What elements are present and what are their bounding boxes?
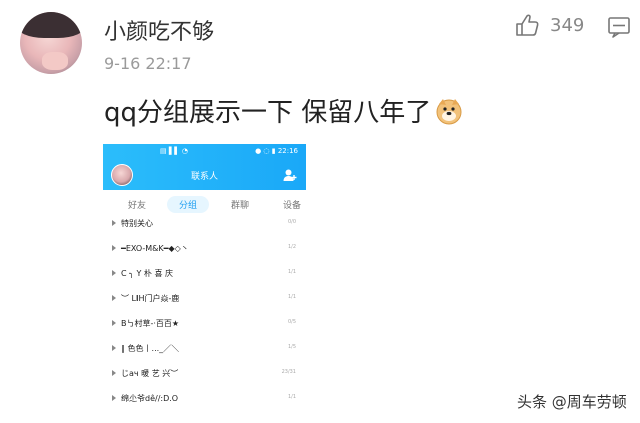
group-name: C ╮ Y 朴 喜 庆 — [121, 269, 174, 278]
tab-devices[interactable]: 设备 — [283, 198, 301, 211]
group-row[interactable]: ━EXO-M&K━◆◇丶 1/2 — [103, 243, 306, 257]
tab-friends[interactable]: 好友 — [128, 198, 146, 211]
username[interactable]: 小颜吃不够 — [104, 14, 214, 46]
status-right: ● ◌ ▮ 22:16 — [255, 147, 298, 155]
reply-icon — [608, 17, 630, 38]
group-count: 0/5 — [287, 319, 296, 325]
expand-arrow-icon — [112, 370, 116, 376]
group-row[interactable]: C ╮ Y 朴 喜 庆 1/1 — [103, 268, 306, 282]
group-count: 0/0 — [287, 219, 296, 225]
expand-arrow-icon — [112, 245, 116, 251]
expand-arrow-icon — [112, 295, 116, 301]
status-bar: ▤ ▌▌ ◔ ● ◌ ▮ 22:16 — [103, 147, 306, 157]
group-name: じaч 暖 艺 兴︶ — [121, 369, 179, 378]
user-avatar[interactable] — [20, 12, 82, 74]
tab-groups[interactable]: 分组 — [167, 196, 210, 213]
group-name: 绵尐爷dê//:D.O — [121, 394, 179, 403]
app-header: ▤ ▌▌ ◔ ● ◌ ▮ 22:16 联系人 — [103, 144, 306, 190]
group-row[interactable]: ︶ L𝐈H门户焱-鹿 1/1 — [103, 293, 306, 307]
group-row[interactable]: ∥ 色色丨..._／＼ 1/5 — [103, 343, 306, 357]
expand-arrow-icon — [112, 345, 116, 351]
status-time: 22:16 — [277, 147, 298, 155]
expand-arrow-icon — [112, 395, 116, 401]
tab-chats[interactable]: 群聊 — [231, 198, 249, 211]
thumbs-up-icon — [516, 14, 539, 36]
group-name: B㇉村草-·百百★ — [121, 319, 180, 328]
expand-arrow-icon — [112, 320, 116, 326]
group-row[interactable]: 特别关心 0/0 — [103, 218, 306, 232]
like-button[interactable]: 349 — [514, 12, 584, 38]
reply-button[interactable] — [606, 14, 632, 40]
avatar-hand — [42, 52, 68, 70]
contact-tabs: 好友 分组 群聊 设备 — [103, 196, 306, 214]
group-row[interactable]: じaч 暖 艺 兴︶ 23/31 — [103, 368, 306, 382]
like-count: 349 — [550, 14, 585, 36]
add-contact-icon[interactable] — [283, 168, 297, 182]
status-icons: ▤ ▌▌ ◔ — [160, 147, 188, 155]
doge-emoji-icon — [436, 98, 462, 124]
comment-timestamp: 9-16 22:17 — [104, 54, 192, 73]
comment-body: qq分组展示一下 保留八年了 — [104, 92, 463, 129]
group-name: ━EXO-M&K━◆◇丶 — [121, 244, 189, 253]
group-name: 特别关心 — [121, 219, 153, 228]
group-count: 1/1 — [287, 294, 296, 300]
comment-text: qq分组展示一下 保留八年了 — [104, 98, 432, 128]
expand-arrow-icon — [112, 270, 116, 276]
group-name: ︶ L𝐈H门户焱-鹿 — [121, 294, 180, 303]
group-count: 1/5 — [287, 344, 296, 350]
group-row[interactable]: B㇉村草-·百百★ 0/5 — [103, 318, 306, 332]
expand-arrow-icon — [112, 220, 116, 226]
group-count: 1/1 — [287, 269, 296, 275]
watermark: 头条 @周车劳顿 — [517, 393, 627, 411]
group-count: 1/2 — [287, 244, 296, 250]
group-row[interactable]: 绵尐爷dê//:D.O 1/1 — [103, 393, 306, 407]
page-title: 联系人 — [190, 172, 218, 182]
group-count: 23/31 — [281, 369, 296, 375]
qq-contacts-screenshot: ▤ ▌▌ ◔ ● ◌ ▮ 22:16 联系人 好友 分组 群聊 设备 特别关心 … — [103, 144, 306, 414]
avatar-hair — [20, 12, 82, 38]
group-count: 1/1 — [287, 394, 296, 400]
group-name: ∥ 色色丨..._／＼ — [121, 344, 180, 353]
